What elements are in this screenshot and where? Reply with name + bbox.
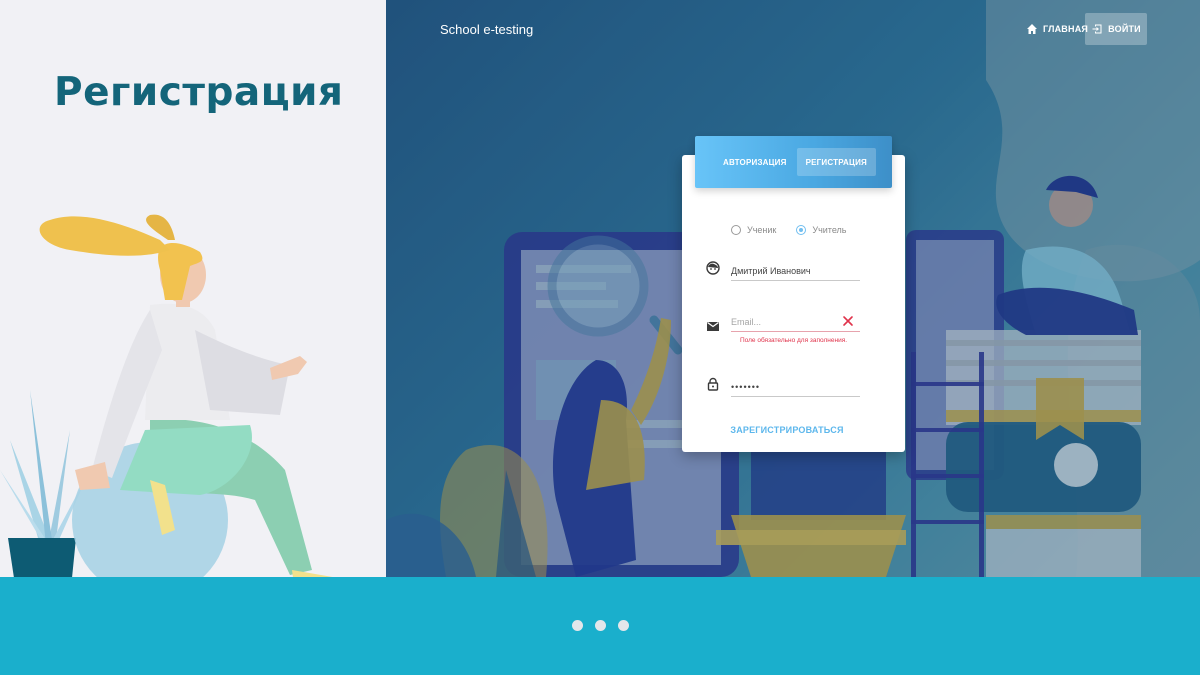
- password-field[interactable]: •••••••: [731, 377, 860, 397]
- close-icon[interactable]: [842, 315, 854, 327]
- role-teacher-radio[interactable]: [796, 225, 807, 235]
- role-teacher-label[interactable]: Учитель: [812, 225, 846, 235]
- slider-dot-2[interactable]: [595, 620, 606, 631]
- registration-card: [682, 155, 905, 452]
- tab-login[interactable]: АВТОРИЗАЦИЯ: [723, 148, 787, 176]
- brand-title[interactable]: School e-testing: [440, 22, 533, 37]
- home-icon: [1027, 24, 1037, 34]
- nav-home-label: ГЛАВНАЯ: [1043, 24, 1089, 34]
- slider-dot-3[interactable]: [618, 620, 629, 631]
- email-field[interactable]: Email...: [731, 312, 860, 332]
- auth-tabs: АВТОРИЗАЦИЯ РЕГИСТРАЦИЯ: [695, 136, 892, 188]
- nav-login-button[interactable]: ВОЙТИ: [1085, 13, 1147, 45]
- slide-title: Регистрация: [54, 70, 344, 115]
- slider-dot-1[interactable]: [572, 620, 583, 631]
- role-student-label[interactable]: Ученик: [747, 225, 776, 235]
- lock-icon: [707, 377, 719, 391]
- email-error-message: Поле обязательно для заполнения.: [740, 337, 848, 344]
- tab-register[interactable]: РЕГИСТРАЦИЯ: [796, 148, 876, 176]
- role-selector: Ученик Учитель: [731, 225, 860, 235]
- name-field[interactable]: Дмитрий Иванович: [731, 261, 860, 281]
- left-panel: Регистрация: [0, 0, 386, 577]
- nav-login-label: ВОЙТИ: [1108, 24, 1141, 34]
- plant-illustration: [0, 390, 90, 577]
- face-icon: [706, 261, 720, 275]
- role-student-radio[interactable]: [731, 225, 741, 235]
- register-button[interactable]: ЗАРЕГИСТРИРОВАТЬСЯ: [727, 420, 847, 440]
- login-icon: [1092, 24, 1102, 34]
- mail-icon: [707, 322, 719, 331]
